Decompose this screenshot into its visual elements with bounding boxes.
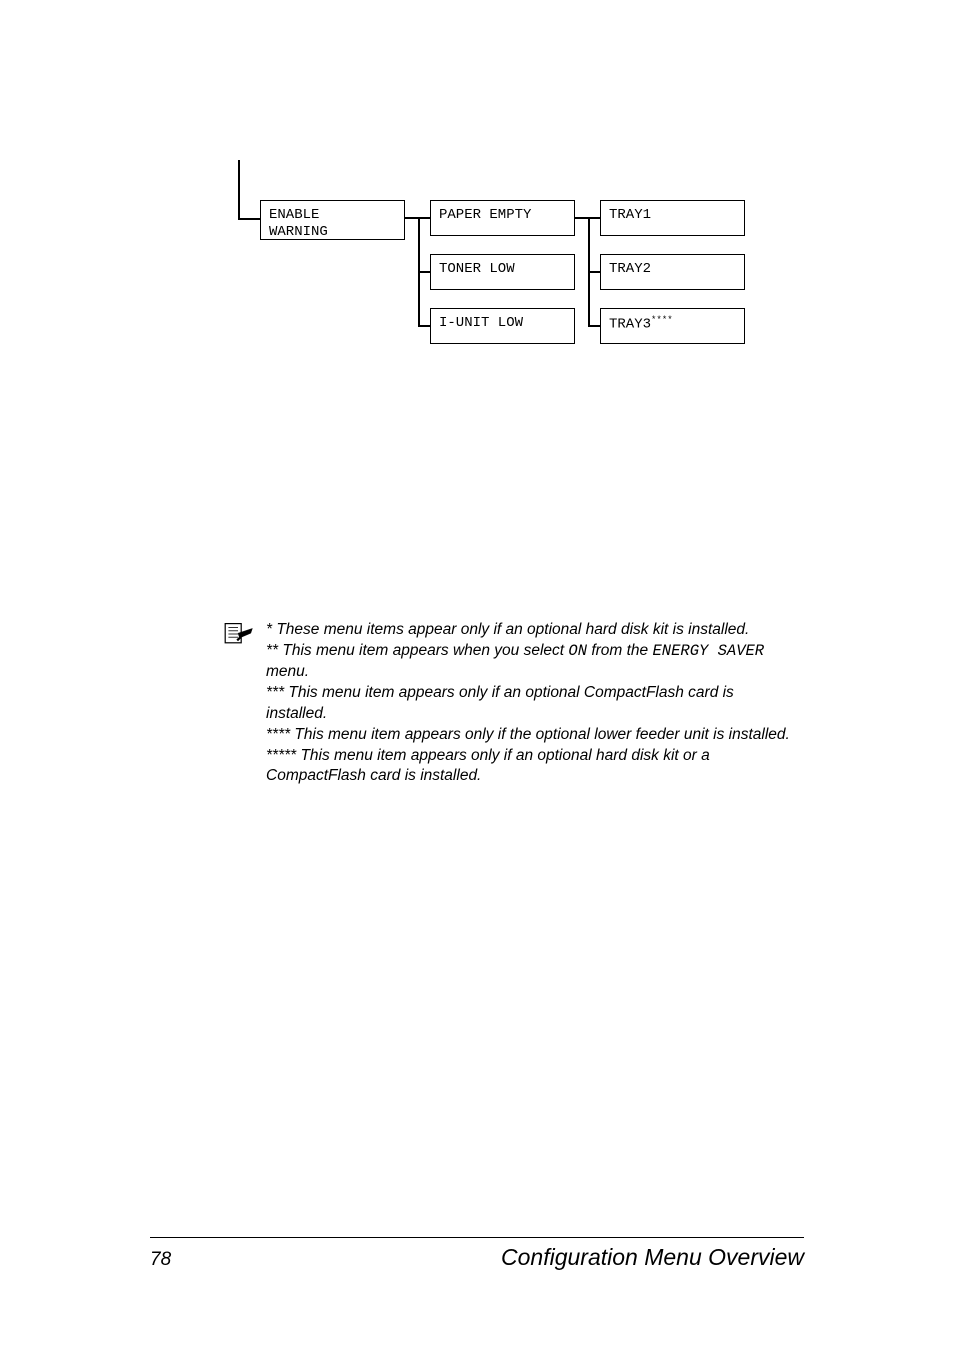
footnote-2-on: ON (568, 642, 587, 660)
menu-box-toner-low: TONER LOW (430, 254, 575, 290)
page-footer: 78 Configuration Menu Overview (150, 1237, 804, 1271)
menu-box-enable-warning: ENABLE WARNING (260, 200, 405, 240)
footnote-2-energy: ENERGY SAVER (652, 642, 764, 660)
tray3-footnote-marker: **** (651, 315, 673, 325)
connector-line (418, 271, 430, 273)
footnote-2-part-c: menu. (266, 663, 309, 680)
footnote-5: ***** This menu item appears only if an … (266, 747, 710, 785)
note-icon (222, 622, 254, 646)
connector-line (588, 271, 600, 273)
footer-title: Configuration Menu Overview (501, 1244, 804, 1271)
connector-line (238, 160, 240, 218)
footnote-3: *** This menu item appears only if an op… (266, 684, 734, 722)
page-number: 78 (150, 1249, 171, 1271)
menu-box-tray1: TRAY1 (600, 200, 745, 236)
footnote-4: **** This menu item appears only if the … (266, 726, 790, 743)
menu-box-iunit-low: I-UNIT LOW (430, 308, 575, 344)
footnotes-section: * These menu items appear only if an opt… (222, 620, 794, 787)
menu-tree-diagram: ENABLE WARNING PAPER EMPTY TONER LOW I-U… (240, 200, 954, 400)
tray3-label: TRAY3 (609, 317, 651, 333)
connector-line (418, 325, 430, 327)
footnotes-text: * These menu items appear only if an opt… (266, 620, 794, 787)
footnote-1: * These menu items appear only if an opt… (266, 621, 749, 638)
footnote-2-part-b: from the (587, 642, 652, 659)
footnote-2-part-a: ** This menu item appears when you selec… (266, 642, 568, 659)
connector-line (588, 325, 600, 327)
menu-box-paper-empty: PAPER EMPTY (430, 200, 575, 236)
menu-box-tray3: TRAY3**** (600, 308, 745, 344)
menu-box-tray2: TRAY2 (600, 254, 745, 290)
connector-line (238, 218, 260, 220)
footer-divider (150, 1237, 804, 1238)
